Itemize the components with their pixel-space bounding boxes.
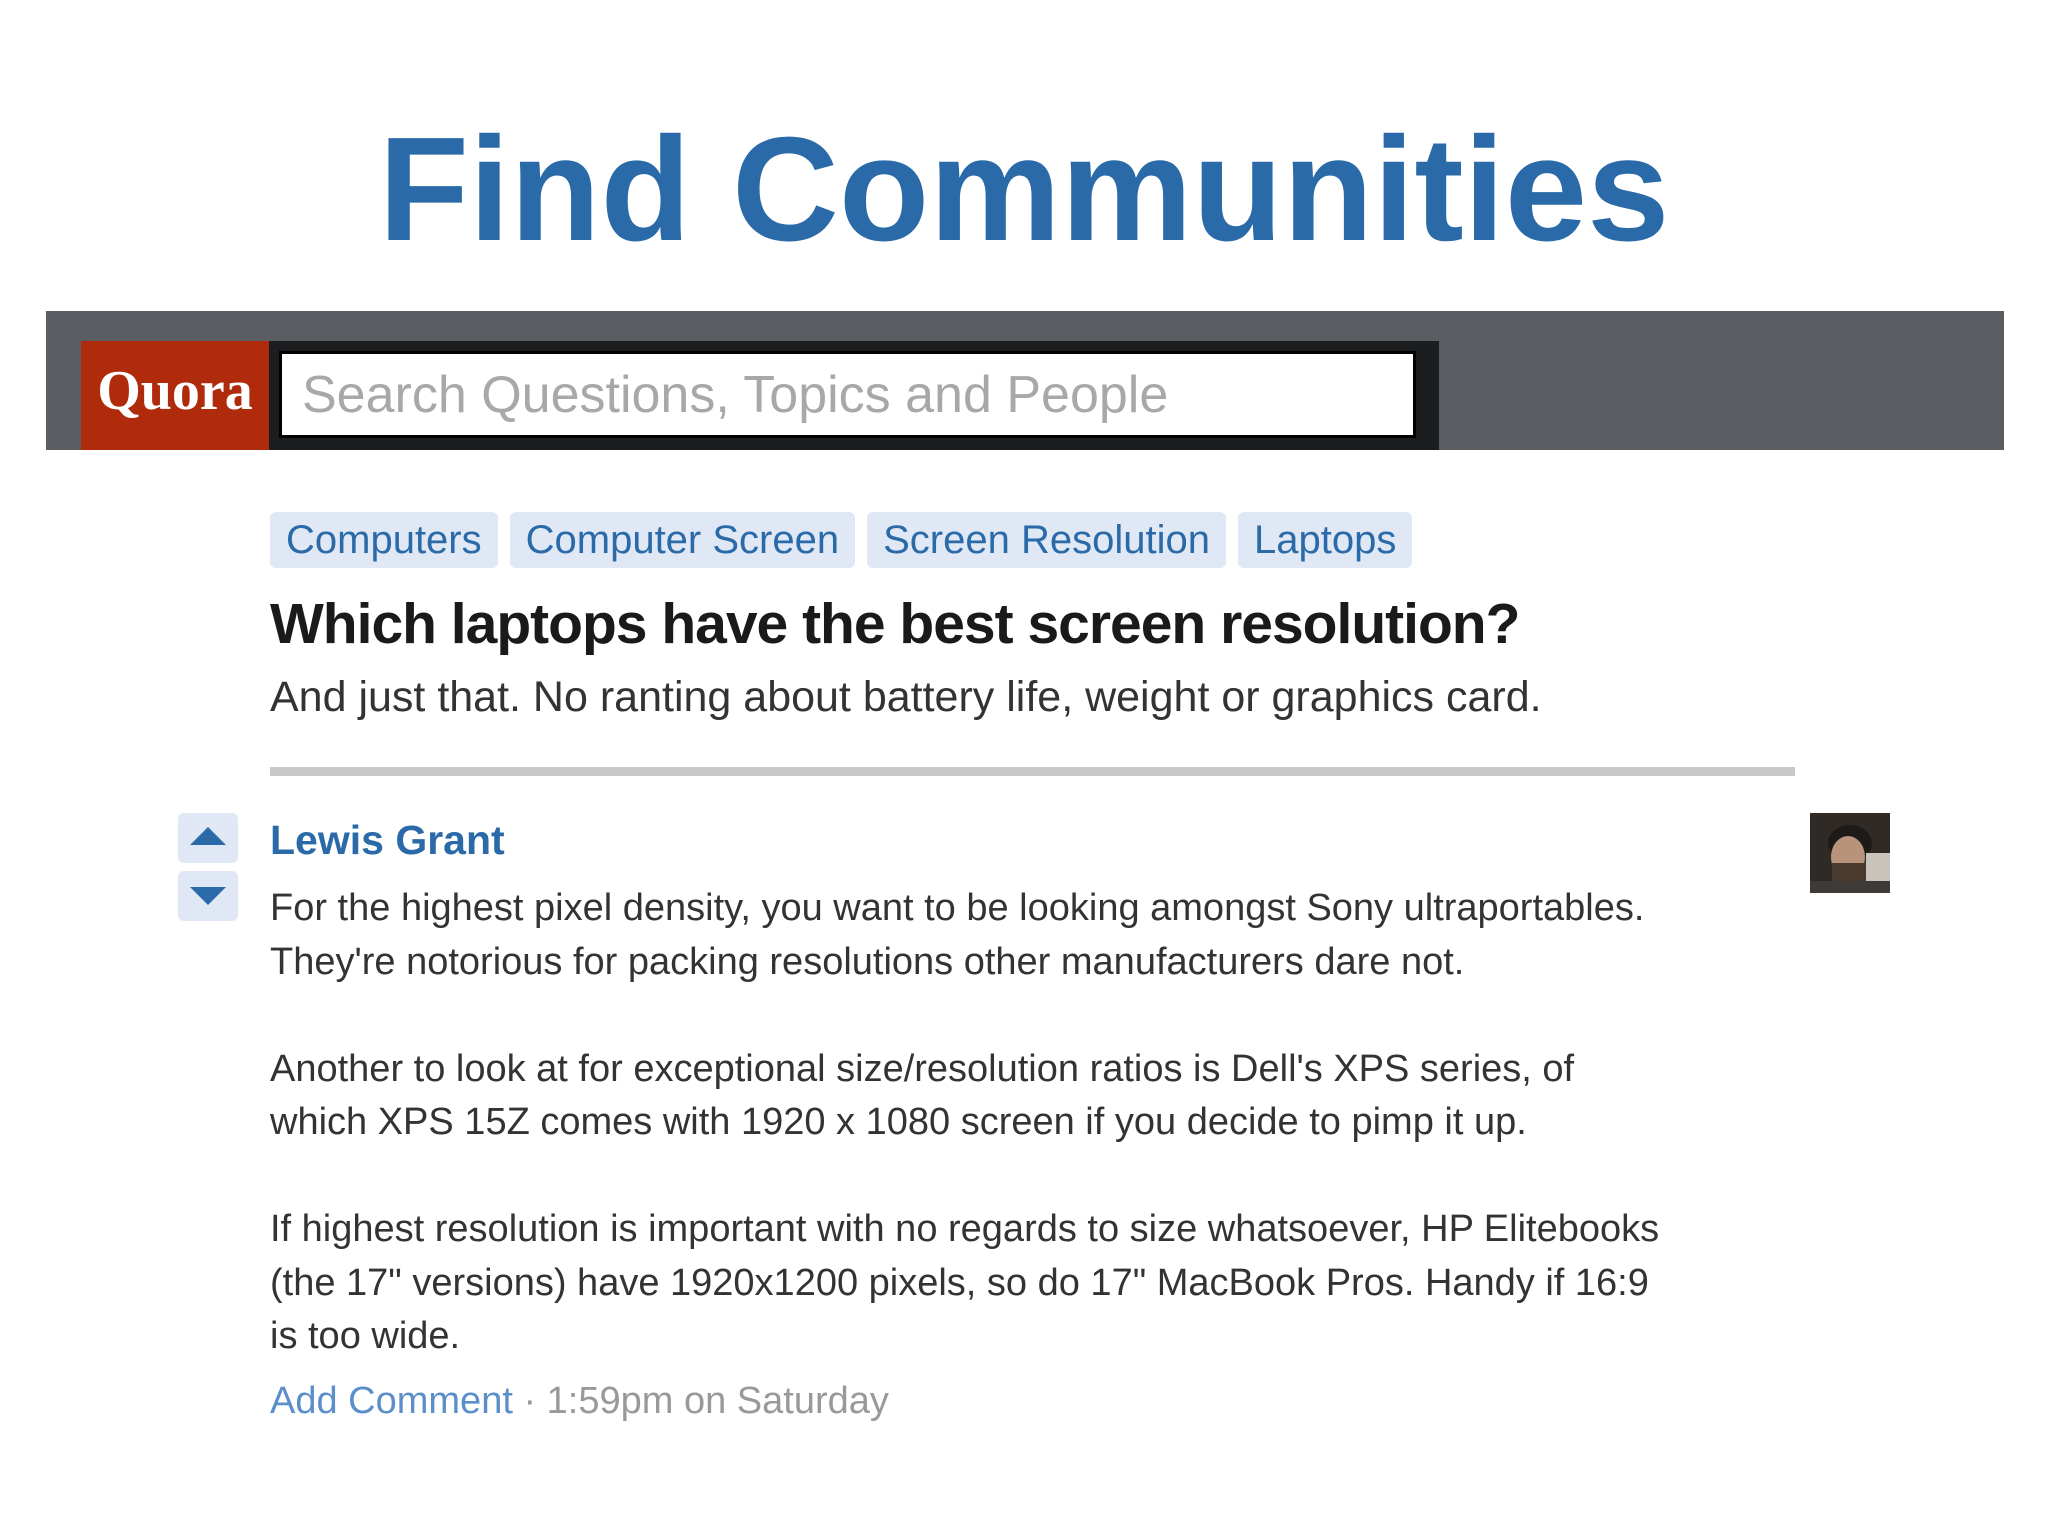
topic-tag-computer-screen[interactable]: Computer Screen <box>509 512 856 568</box>
topic-tag-screen-resolution[interactable]: Screen Resolution <box>867 512 1226 568</box>
question-section: Computers Computer Screen Screen Resolut… <box>270 512 1800 726</box>
slide: Find Communities Quora Computers Compute… <box>0 0 2048 1536</box>
topic-tag-laptops[interactable]: Laptops <box>1237 512 1413 568</box>
triangle-up-icon <box>190 827 226 845</box>
topic-tag-computers[interactable]: Computers <box>270 512 498 568</box>
section-divider <box>270 767 1795 776</box>
slide-title: Find Communities <box>378 107 1670 272</box>
meta-separator: · <box>512 1379 547 1422</box>
answer-paragraph: For the highest pixel density, you want … <box>270 887 1645 983</box>
question-details: And just that. No ranting about battery … <box>270 673 1542 721</box>
vote-controls <box>178 813 238 929</box>
answer-paragraph: If highest resolution is important with … <box>270 1208 1660 1357</box>
quora-logo[interactable]: Quora <box>81 341 269 450</box>
downvote-button[interactable] <box>178 871 238 921</box>
search-input[interactable] <box>279 351 1416 438</box>
avatar-photo-icon <box>1810 813 1890 893</box>
upvote-button[interactable] <box>178 813 238 863</box>
triangle-down-icon <box>190 887 226 905</box>
answer-meta: Add Comment · 1:59pm on Saturday <box>270 1376 1790 1426</box>
author-avatar[interactable] <box>1810 813 1890 893</box>
topic-tags: Computers Computer Screen Screen Resolut… <box>270 512 1800 568</box>
search-frame <box>269 341 1439 450</box>
quora-header-bar: Quora <box>46 311 2004 450</box>
answer-timestamp: 1:59pm on Saturday <box>546 1379 889 1422</box>
answer-author-link[interactable]: Lewis Grant <box>270 810 505 870</box>
add-comment-link[interactable]: Add Comment <box>270 1380 513 1422</box>
answer: Lewis Grant For the highest pixel densit… <box>270 810 1790 1426</box>
answer-paragraph: Another to look at for exceptional size/… <box>270 1047 1575 1144</box>
question-title[interactable]: Which laptops have the best screen resol… <box>270 588 1800 660</box>
